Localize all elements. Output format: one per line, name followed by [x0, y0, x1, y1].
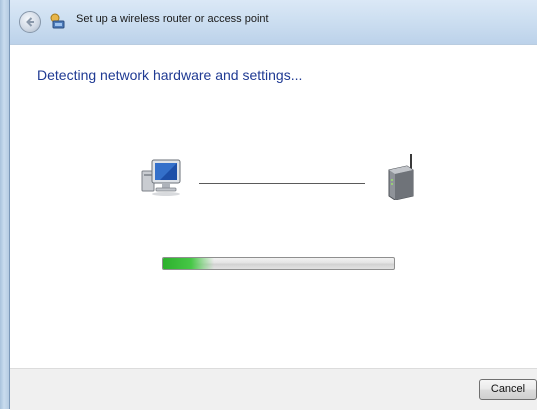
title-bar: Set up a wireless router or access point [10, 0, 537, 45]
network-wizard-icon [49, 12, 67, 30]
back-button[interactable] [19, 11, 41, 33]
page-heading: Detecting network hardware and settings.… [37, 67, 303, 83]
computer-icon [140, 157, 184, 202]
cancel-button[interactable]: Cancel [479, 379, 537, 400]
router-icon [383, 152, 417, 205]
progress-bar [162, 257, 395, 270]
footer-bar [10, 368, 537, 410]
window-title: Set up a wireless router or access point [76, 13, 269, 25]
window-frame-left [0, 0, 10, 409]
progress-fill [163, 258, 214, 269]
connection-line [199, 183, 365, 184]
